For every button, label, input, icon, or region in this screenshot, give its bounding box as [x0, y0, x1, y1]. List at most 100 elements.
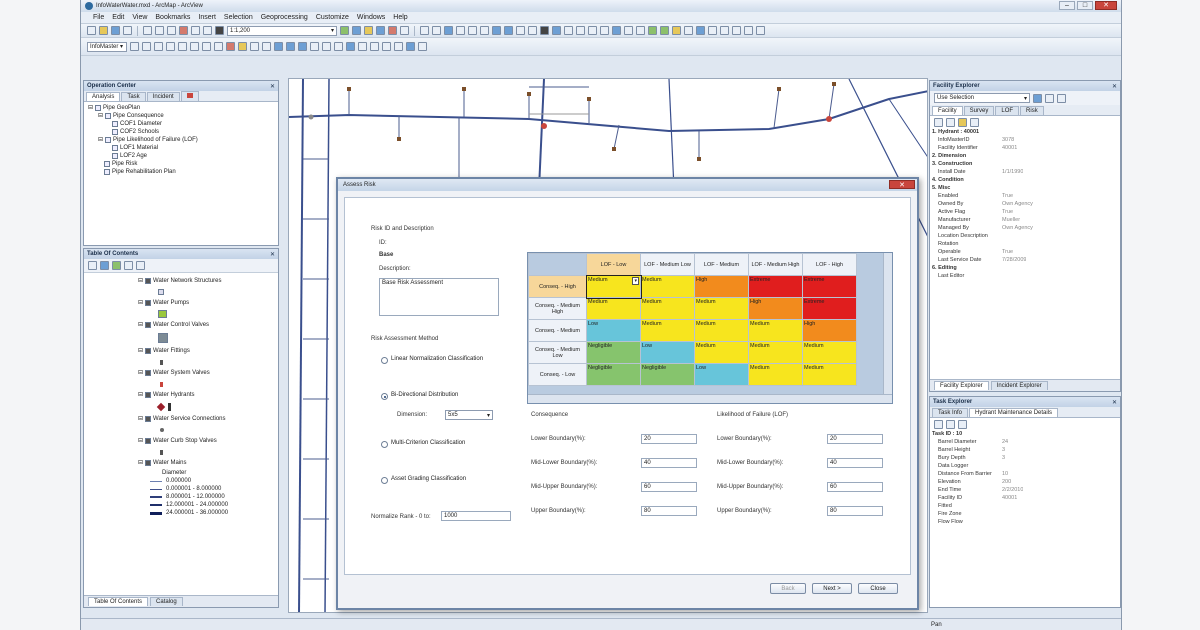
selection-combo[interactable]: Use Selection ▾: [934, 93, 1030, 103]
tool-g-icon[interactable]: [202, 42, 211, 51]
tree-item[interactable]: LOF2 Age: [88, 152, 274, 160]
search-icon[interactable]: [1033, 93, 1042, 103]
layer-checkbox[interactable]: [145, 278, 152, 284]
tab-lof[interactable]: LOF: [995, 106, 1020, 115]
layer-item[interactable]: ⊟ Water Mains: [88, 457, 274, 469]
tab-risk[interactable]: Risk: [1020, 106, 1044, 115]
menu-help[interactable]: Help: [393, 14, 407, 21]
matrix-cell[interactable]: Negligible: [640, 363, 695, 386]
tab-facility-explorer[interactable]: Facility Explorer: [934, 381, 989, 390]
tool-q-icon[interactable]: [322, 42, 331, 51]
infomaster-tool-8-icon[interactable]: [732, 26, 741, 35]
print-icon[interactable]: [123, 26, 132, 35]
infomaster-tool-9-icon[interactable]: [744, 26, 753, 35]
radio-dot[interactable]: [381, 441, 388, 448]
tool-a-icon[interactable]: [130, 42, 139, 51]
property-row[interactable]: Active Flag True: [930, 208, 1120, 216]
categorized-icon[interactable]: [934, 419, 943, 429]
matrix-cell[interactable]: Medium: [748, 363, 803, 386]
property-row[interactable]: Facility Identifier 40001: [930, 144, 1120, 152]
refresh-icon[interactable]: [1045, 93, 1054, 103]
matrix-cell[interactable]: Medium: [694, 319, 749, 342]
matrix-cell[interactable]: Medium: [640, 275, 695, 298]
property-row[interactable]: Last Editor: [930, 272, 1120, 280]
close-window-button[interactable]: ✕: [1095, 1, 1117, 10]
property-row[interactable]: Task ID : 10: [930, 430, 1120, 438]
description-textarea[interactable]: Base Risk Assessment: [379, 278, 499, 316]
boundary-input[interactable]: 40: [641, 458, 697, 468]
layer-item[interactable]: ⊟ Water System Valves: [88, 367, 274, 379]
radio-dot[interactable]: [381, 477, 388, 484]
zoom-to-icon[interactable]: [1057, 93, 1066, 103]
infomaster-tool-7-icon[interactable]: [720, 26, 729, 35]
matrix-cell[interactable]: Medium: [802, 341, 857, 364]
property-row[interactable]: Operable True: [930, 248, 1120, 256]
tab-survey[interactable]: Survey: [963, 106, 995, 115]
layer-item[interactable]: ⊟ Water Curb Stop Valves: [88, 435, 274, 447]
tool-u-icon[interactable]: [370, 42, 379, 51]
list-by-source-icon[interactable]: [100, 261, 109, 270]
property-row[interactable]: Manufacturer Mueller: [930, 216, 1120, 224]
infomaster-tool-1-icon[interactable]: [648, 26, 657, 35]
tab-task[interactable]: Task: [121, 92, 146, 101]
matrix-cell[interactable]: Extreme: [748, 275, 803, 298]
layer-checkbox[interactable]: [145, 460, 152, 466]
matrix-horizontal-scrollbar[interactable]: [528, 394, 892, 403]
delete-icon[interactable]: [179, 26, 188, 35]
time-slider-icon[interactable]: [624, 26, 633, 35]
close-icon[interactable]: ✕: [1112, 83, 1117, 90]
property-row[interactable]: Bury Depth 3: [930, 454, 1120, 462]
radio-asset-grading[interactable]: Asset Grading Classification: [381, 476, 501, 484]
radio-dot[interactable]: [381, 393, 388, 400]
tree-item[interactable]: ⊟ Pipe Likelihood of Failure (LOF): [88, 136, 274, 144]
matrix-cell[interactable]: Medium: [748, 341, 803, 364]
editor-icon[interactable]: [340, 26, 349, 35]
infomaster-menu[interactable]: InfoMaster ▾: [87, 41, 127, 52]
property-row[interactable]: Last Service Date 7/28/2009: [930, 256, 1120, 264]
catalog-icon[interactable]: [364, 26, 373, 35]
boundary-input[interactable]: 20: [827, 434, 883, 444]
property-row[interactable]: Location Description: [930, 232, 1120, 240]
tab-catalog[interactable]: Catalog: [150, 597, 183, 606]
open-icon[interactable]: [99, 26, 108, 35]
tool-r-icon[interactable]: [334, 42, 343, 51]
tool-v-icon[interactable]: [382, 42, 391, 51]
infomaster-tool-10-icon[interactable]: [756, 26, 765, 35]
fixed-zoom-out-icon[interactable]: [480, 26, 489, 35]
property-row[interactable]: Distance From Barrier 10: [930, 470, 1120, 478]
menu-bookmarks[interactable]: Bookmarks: [155, 14, 190, 21]
boundary-input[interactable]: 20: [641, 434, 697, 444]
layer-item[interactable]: ⊟ Water Service Connections: [88, 413, 274, 425]
radio-dot[interactable]: [381, 357, 388, 364]
menu-insert[interactable]: Insert: [198, 14, 216, 21]
matrix-cell[interactable]: Negligible: [586, 363, 641, 386]
tool-x-icon[interactable]: [406, 42, 415, 51]
menu-windows[interactable]: Windows: [357, 14, 385, 21]
toolbox-icon[interactable]: [388, 26, 397, 35]
layer-item[interactable]: ⊟ Water Control Valves: [88, 319, 274, 331]
tab-facility[interactable]: Facility: [932, 106, 963, 115]
radio-linear-normalization[interactable]: Linear Normalization Classification: [381, 356, 501, 364]
property-row[interactable]: 3. Construction: [930, 160, 1120, 168]
tree-item[interactable]: ⊟ Pipe Consequence: [88, 112, 274, 120]
select-features-icon[interactable]: [516, 26, 525, 35]
tree-item[interactable]: COF1 Diameter: [88, 120, 274, 128]
matrix-cell[interactable]: Medium: [640, 297, 695, 320]
tree-item[interactable]: ⊟ Pipe GeoPlan: [88, 104, 274, 112]
table-icon[interactable]: [352, 26, 361, 35]
save-icon[interactable]: [111, 26, 120, 35]
copy-icon[interactable]: [155, 26, 164, 35]
matrix-cell[interactable]: High: [694, 275, 749, 298]
cut-icon[interactable]: [143, 26, 152, 35]
tree-item[interactable]: COF2 Schools: [88, 128, 274, 136]
layer-item[interactable]: ⊟ Water Fittings: [88, 345, 274, 357]
tool-f-icon[interactable]: [190, 42, 199, 51]
tab-hydrant-maintenance[interactable]: Hydrant Maintenance Details: [969, 408, 1059, 417]
tab-analysis[interactable]: Analysis: [86, 92, 121, 101]
property-row[interactable]: Rotation: [930, 240, 1120, 248]
boundary-input[interactable]: 80: [827, 506, 883, 516]
property-row[interactable]: Elevation 200: [930, 478, 1120, 486]
property-row[interactable]: 6. Editing: [930, 264, 1120, 272]
property-row[interactable]: Barrel Height 3: [930, 446, 1120, 454]
edit-icon[interactable]: [958, 117, 967, 127]
